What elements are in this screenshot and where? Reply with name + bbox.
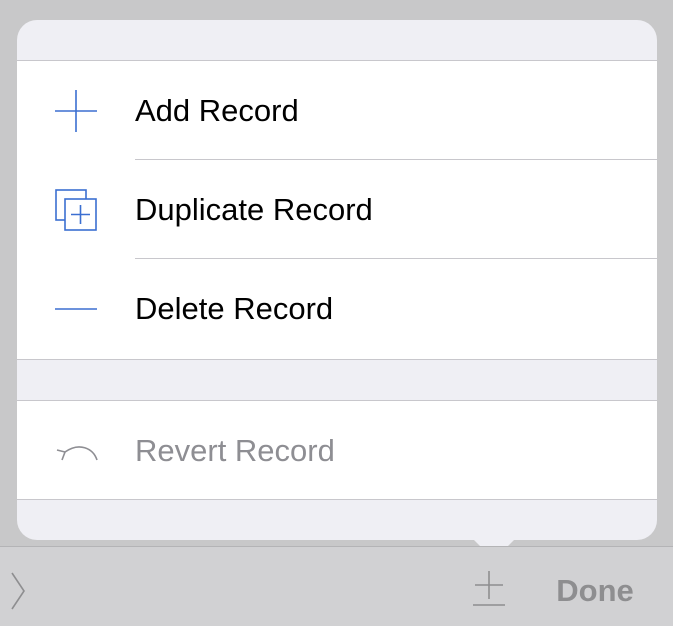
add-record-label: Add Record	[135, 93, 299, 128]
revert-record-label: Revert Record	[135, 433, 335, 468]
duplicate-record-item[interactable]: Duplicate Record	[17, 160, 657, 259]
duplicate-record-label: Duplicate Record	[135, 192, 373, 227]
revert-group: Revert Record	[17, 400, 657, 500]
done-button[interactable]: Done	[540, 571, 650, 611]
revert-icon	[56, 446, 98, 461]
add-record-icon[interactable]	[470, 569, 508, 609]
revert-record-item[interactable]: Revert Record	[17, 401, 657, 500]
add-record-item[interactable]: Add Record	[17, 61, 657, 160]
minus-icon	[55, 308, 97, 310]
duplicate-icon	[55, 189, 97, 231]
delete-record-label: Delete Record	[135, 291, 334, 326]
record-actions-group: Add Record Duplicate Record Delete Recor…	[17, 60, 657, 360]
record-actions-popover: Add Record Duplicate Record Delete Recor…	[17, 20, 657, 540]
plus-icon	[55, 90, 97, 132]
delete-record-item[interactable]: Delete Record	[17, 259, 657, 358]
bottom-toolbar: Done	[0, 546, 673, 626]
chevron-right-icon[interactable]	[4, 569, 28, 613]
